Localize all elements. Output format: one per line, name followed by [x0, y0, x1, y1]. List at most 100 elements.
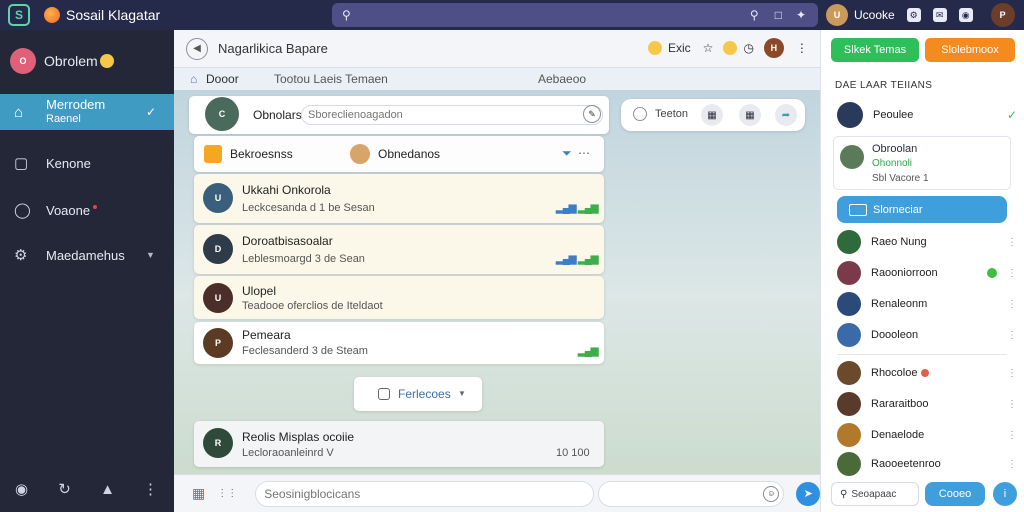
featured-name: Obroolan	[872, 143, 918, 155]
user-label[interactable]: Ucooke	[854, 8, 895, 22]
reaction-icon[interactable]	[723, 41, 738, 55]
compose-input[interactable]	[301, 105, 603, 125]
contact-row[interactable]: Raooeetenroo ⋮	[837, 449, 1017, 479]
contact-row[interactable]: Peoulee ✓	[837, 100, 1017, 130]
more-icon[interactable]: ⋮	[1007, 299, 1017, 310]
filter-icon[interactable]	[633, 107, 647, 121]
tab-dooor[interactable]: Dooor	[206, 72, 239, 86]
list-item[interactable]: P Pemeara Feclesanderd 3 de Steam ▂▄▆	[194, 322, 604, 364]
search-input[interactable]	[356, 8, 750, 22]
list-item[interactable]: U Ukkahi Onkorola Leckcesanda d 1 be Ses…	[194, 174, 604, 223]
more-icon[interactable]: ⋮	[1007, 330, 1017, 341]
contact-name: Raooeetenroo	[871, 458, 941, 470]
grid-icon[interactable]: ▦	[701, 104, 723, 126]
row-sub: Leblesmoargd 3 de Sean	[242, 253, 365, 265]
sidebar-user-name: Obrolem	[44, 53, 98, 69]
tab-center[interactable]: Tootou Laeis Temaen	[274, 72, 388, 86]
tab-right[interactable]: Aebaeoo	[538, 72, 586, 86]
settings-icon[interactable]: ⚙	[906, 8, 921, 22]
list-item[interactable]: R Reolis Misplas ocoiie Lecloraoanleinrd…	[194, 421, 604, 467]
contact-row[interactable]: Raeo Nung ⋮	[837, 227, 1017, 257]
green-action-button[interactable]: Slkek Temas	[831, 38, 919, 62]
bookmark-icon[interactable]: □	[775, 8, 782, 22]
check-icon: ✓	[1006, 108, 1017, 122]
list-item[interactable]: U Ulopel Teadooe oferclios de Iteldaot	[194, 276, 604, 319]
orange-action-button[interactable]: Slolebmoox	[925, 38, 1015, 62]
sidebar-item-voaone[interactable]: ◯ Voaone	[0, 192, 174, 228]
emoji-icon[interactable]	[648, 41, 662, 55]
more-icon[interactable]: ⋮⋮	[217, 488, 237, 499]
header-avatar[interactable]: H	[763, 38, 784, 58]
filter-label[interactable]: Teeton	[655, 108, 688, 120]
user-avatar[interactable]: U	[826, 4, 848, 26]
row-avatar: D	[203, 234, 233, 264]
composer-input-box[interactable]	[255, 480, 595, 507]
list-icon[interactable]: ▦	[739, 104, 761, 126]
more-icon[interactable]: ⋮	[1007, 237, 1017, 248]
contact-row[interactable]: Rararaitboo ⋮	[837, 389, 1017, 419]
panel-primary-button[interactable]: Cooeo	[925, 482, 985, 506]
contact-avatar	[837, 361, 861, 385]
pin-icon[interactable]: ✦	[796, 8, 806, 22]
more-icon[interactable]: ⋮	[129, 480, 172, 498]
signal-icon: ▂▄▆	[578, 346, 598, 357]
grid-icon[interactable]: ▦	[192, 485, 205, 502]
profile-avatar[interactable]: P	[990, 3, 1015, 27]
contact-name: Peoulee	[873, 109, 914, 121]
back-icon[interactable]: ◀	[186, 37, 208, 60]
search-icon-right[interactable]: ⚲	[750, 8, 759, 22]
search-icon[interactable]: ⚲	[342, 8, 351, 22]
more-icon[interactable]: ⋮	[1007, 268, 1017, 279]
explore-icon[interactable]: ◉	[0, 480, 43, 498]
list-header-avatar	[350, 144, 370, 164]
header-right-label[interactable]: Exic	[668, 41, 691, 55]
sidebar-item-merrodem[interactable]: ⌂ Merrodem Raenel ✓	[0, 94, 174, 130]
composer-input[interactable]	[264, 486, 594, 501]
info-icon[interactable]: i	[993, 482, 1017, 506]
list-item[interactable]: D Doroatbisasoalar Leblesmoargd 3 de Sea…	[194, 225, 604, 274]
refresh-icon[interactable]: ↻	[43, 480, 86, 498]
page-title: Nagarlikica Bapare	[218, 41, 328, 56]
share-icon[interactable]: ➦	[775, 104, 797, 126]
compose-action-icon[interactable]: ✎	[583, 105, 601, 123]
bell-icon[interactable]: ▲	[86, 481, 129, 498]
sidebar-user[interactable]: O Obrolem	[0, 30, 174, 92]
pin-icon[interactable]: ⏷	[562, 146, 572, 161]
contact-row[interactable]: Denaelode ⋮	[837, 420, 1017, 450]
contact-row[interactable]: Renaleonm ⋮	[837, 289, 1017, 319]
sidebar-item-label: Merrodem	[46, 97, 106, 112]
more-icon[interactable]: ⋮	[796, 41, 808, 55]
contact-avatar	[837, 292, 861, 316]
contact-row[interactable]: Raooniorroon ⋮	[837, 258, 1017, 288]
chevron-down-icon[interactable]: ▼	[146, 250, 155, 260]
search-icon: ⚲	[840, 488, 848, 500]
load-more-button[interactable]: Ferlecoes ▼	[354, 377, 482, 411]
more-icon[interactable]: ⋮	[1007, 430, 1017, 441]
sidebar-item-maedamehus[interactable]: ⚙ Maedamehus ▼	[0, 237, 174, 273]
sidebar-item-kenone[interactable]: ▢ Kenone	[0, 145, 174, 181]
featured-contact[interactable]: Obroolan Ohonnoli Sbl Vacore 1	[833, 136, 1011, 190]
contact-avatar	[837, 261, 861, 285]
star-icon[interactable]: ☆	[703, 41, 714, 55]
more-icon[interactable]: ⋮	[1007, 368, 1017, 379]
more-icon[interactable]: ⋮	[1007, 399, 1017, 410]
featured-status: Ohonnoli	[872, 158, 913, 169]
list-header-left[interactable]: Bekroesnss	[230, 147, 293, 161]
contact-row[interactable]: Doooleon ⋮	[837, 320, 1017, 350]
online-status-icon	[987, 268, 997, 278]
search-bar[interactable]: ⚲ ⚲ □ ✦	[332, 3, 818, 27]
inbox-icon[interactable]: ✉	[932, 8, 947, 22]
send-icon[interactable]: ➤	[796, 481, 820, 506]
clock-icon[interactable]: ◷	[743, 41, 753, 55]
app-logo-icon[interactable]: S	[8, 4, 30, 26]
camera-icon[interactable]: ◉	[958, 8, 973, 22]
panel-search-box[interactable]: ⚲ Seoapaac	[831, 482, 919, 506]
highlight-row[interactable]: Slorneciar	[837, 196, 1007, 223]
contact-row[interactable]: Rhocoloe ⋮	[837, 358, 1017, 388]
more-icon[interactable]: ⋯	[578, 146, 590, 160]
more-icon[interactable]: ⋮	[1007, 459, 1017, 470]
row-sub: Teadooe oferclios de Iteldaot	[242, 300, 383, 312]
list-header-right[interactable]: Obnedanos	[378, 147, 440, 161]
signal-icon: ▂▄▆	[578, 203, 598, 214]
emoji-icon[interactable]: ☺	[763, 485, 780, 502]
